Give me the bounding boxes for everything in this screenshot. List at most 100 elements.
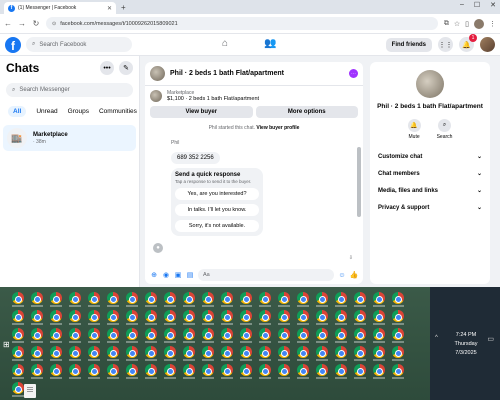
desktop-shortcut[interactable] — [8, 290, 27, 308]
desktop-shortcut[interactable] — [179, 362, 198, 380]
thread-scrollbar[interactable] — [357, 125, 361, 255]
desktop-shortcut[interactable] — [65, 362, 84, 380]
desktop-shortcut[interactable] — [331, 308, 350, 326]
maximize-button[interactable]: ☐ — [474, 1, 480, 9]
emoji-icon[interactable]: ☺ — [338, 271, 346, 279]
desktop-shortcut[interactable] — [293, 308, 312, 326]
photo-icon[interactable]: ▣ — [174, 271, 182, 279]
menu-grid-icon[interactable]: ⋮⋮ — [438, 37, 453, 52]
desktop-shortcut[interactable] — [103, 362, 122, 380]
privacy-support-section[interactable]: Privacy & support ⌄ — [370, 199, 490, 216]
desktop-shortcut[interactable] — [84, 308, 103, 326]
desktop-shortcut[interactable] — [179, 290, 198, 308]
desktop-shortcut[interactable] — [198, 344, 217, 362]
desktop-shortcut[interactable] — [236, 290, 255, 308]
sidepanel-icon[interactable]: ▯ — [465, 20, 469, 28]
desktop-shortcut[interactable] — [8, 344, 27, 362]
desktop-shortcut[interactable] — [103, 326, 122, 344]
desktop-shortcut[interactable] — [331, 344, 350, 362]
desktop-shortcut[interactable] — [160, 290, 179, 308]
home-icon[interactable]: ⌂ — [222, 38, 228, 49]
desktop-shortcut[interactable] — [141, 326, 160, 344]
desktop-shortcut[interactable] — [312, 308, 331, 326]
listing-thumbnail[interactable] — [150, 66, 165, 81]
mute-button[interactable]: 🔔 Mute — [407, 119, 421, 140]
desktop-shortcut[interactable] — [84, 326, 103, 344]
url-field[interactable]: ⊙ facebook.com/messages/t/10009262015809… — [46, 17, 438, 30]
desktop-shortcut[interactable] — [350, 326, 369, 344]
camera-icon[interactable]: ◉ — [162, 271, 170, 279]
desktop-shortcut[interactable] — [84, 362, 103, 380]
desktop-shortcut[interactable] — [255, 344, 274, 362]
desktop-shortcut[interactable] — [217, 344, 236, 362]
desktop-shortcut[interactable] — [27, 308, 46, 326]
forward-icon[interactable]: → — [18, 19, 26, 28]
find-friends-button[interactable]: Find friends — [385, 37, 432, 52]
desktop-shortcut[interactable] — [350, 308, 369, 326]
desktop-shortcut[interactable] — [46, 308, 65, 326]
desktop-shortcut[interactable] — [388, 344, 407, 362]
desktop-shortcut[interactable] — [369, 344, 388, 362]
desktop-shortcut[interactable] — [388, 326, 407, 344]
plus-circle-icon[interactable]: ⊕ — [150, 271, 158, 279]
more-options-icon[interactable]: ••• — [100, 61, 114, 75]
desktop-shortcut[interactable] — [8, 308, 27, 326]
desktop-shortcut[interactable] — [84, 344, 103, 362]
desktop-shortcut[interactable] — [160, 308, 179, 326]
desktop-shortcut[interactable] — [65, 290, 84, 308]
desktop-shortcut[interactable] — [312, 326, 331, 344]
document-file-icon[interactable] — [24, 384, 36, 398]
desktop-shortcut[interactable] — [350, 344, 369, 362]
desktop-shortcut[interactable] — [388, 290, 407, 308]
desktop-shortcut[interactable] — [255, 308, 274, 326]
friends-icon[interactable]: 👥 — [264, 38, 276, 49]
desktop-shortcut[interactable] — [293, 326, 312, 344]
desktop-shortcut[interactable] — [160, 362, 179, 380]
desktop-shortcut[interactable] — [179, 308, 198, 326]
desktop-shortcut[interactable] — [8, 362, 27, 380]
desktop-shortcut[interactable] — [350, 362, 369, 380]
desktop-shortcut[interactable] — [141, 344, 160, 362]
desktop-shortcut[interactable] — [312, 344, 331, 362]
desktop-shortcut[interactable] — [65, 344, 84, 362]
desktop-shortcut[interactable] — [274, 326, 293, 344]
desktop-shortcut[interactable] — [198, 326, 217, 344]
conversation-item[interactable]: 🏬 Marketplace · 38m — [3, 125, 136, 151]
new-message-icon[interactable]: ✎ — [119, 61, 133, 75]
desktop-shortcut[interactable] — [84, 290, 103, 308]
desktop-shortcut[interactable] — [369, 362, 388, 380]
desktop-shortcut[interactable] — [312, 290, 331, 308]
facebook-logo[interactable]: f — [5, 36, 21, 53]
desktop-shortcut[interactable] — [388, 362, 407, 380]
desktop-shortcut[interactable] — [217, 362, 236, 380]
quick-reply-interested[interactable]: Yes, are you interested? — [175, 188, 259, 200]
search-in-chat-button[interactable]: ⌕ Search — [437, 119, 452, 140]
desktop-shortcut[interactable] — [27, 326, 46, 344]
desktop-shortcut[interactable] — [255, 362, 274, 380]
facebook-search-input[interactable]: ⌕ Search Facebook — [26, 37, 132, 52]
desktop-shortcut[interactable] — [160, 344, 179, 362]
thumbs-up-icon[interactable]: 👍 — [350, 271, 359, 279]
desktop-shortcut[interactable] — [236, 362, 255, 380]
desktop-shortcut[interactable] — [217, 326, 236, 344]
desktop-shortcut[interactable] — [255, 290, 274, 308]
show-hidden-icons[interactable]: ^ — [435, 335, 438, 341]
desktop-shortcut[interactable] — [8, 326, 27, 344]
site-info-icon[interactable]: ⊙ — [52, 21, 56, 27]
desktop-shortcut[interactable] — [293, 290, 312, 308]
desktop-shortcut[interactable] — [369, 308, 388, 326]
desktop-shortcut[interactable] — [65, 308, 84, 326]
desktop-shortcut[interactable] — [350, 290, 369, 308]
desktop-shortcut[interactable] — [46, 344, 65, 362]
desktop-shortcut[interactable] — [122, 290, 141, 308]
view-buyer-button[interactable]: View buyer — [150, 106, 253, 118]
back-icon[interactable]: ← — [4, 19, 12, 28]
scrollbar-thumb[interactable] — [357, 147, 361, 217]
minimize-button[interactable]: – — [460, 1, 464, 9]
desktop-shortcut[interactable] — [103, 290, 122, 308]
view-buyer-profile-link[interactable]: View buyer profile — [256, 125, 299, 131]
desktop-shortcut[interactable] — [46, 290, 65, 308]
desktop-shortcut[interactable] — [141, 290, 160, 308]
desktop-shortcut[interactable] — [122, 344, 141, 362]
message-input[interactable]: Aa — [198, 269, 334, 281]
